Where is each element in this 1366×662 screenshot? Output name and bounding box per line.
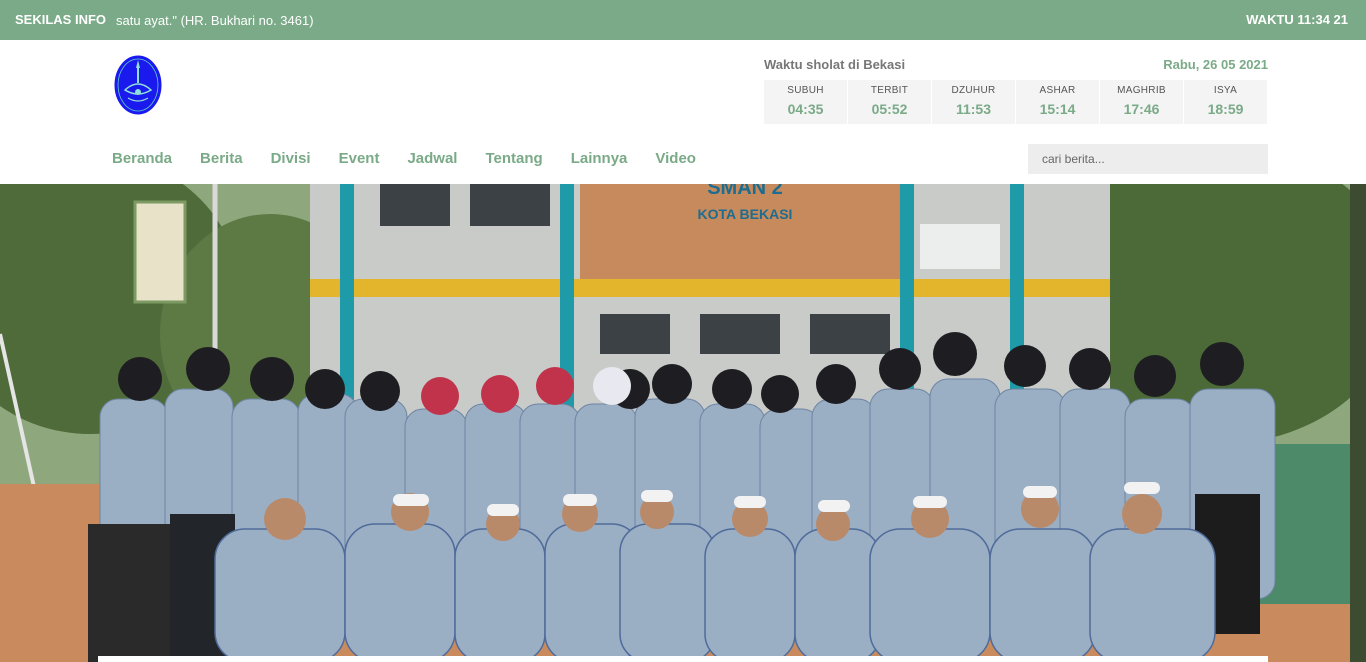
prayer-time: 05:52 [871, 101, 908, 117]
site-header: Waktu sholat di Bekasi Rabu, 26 05 2021 … [0, 40, 1366, 184]
info-label: SEKILAS INFO [15, 12, 107, 27]
nav-item-berita[interactable]: Berita [200, 150, 243, 167]
prayer-times: SUBUH 04:35 TERBIT 05:52 DZUHUR 11:53 AS… [764, 80, 1267, 124]
prayer-name: MAGHRIB [1117, 85, 1166, 96]
nav-item-divisi[interactable]: Divisi [271, 150, 311, 167]
nav-item-video[interactable]: Video [655, 150, 696, 167]
prayer-cell-dzuhur: DZUHUR 11:53 [932, 80, 1015, 124]
group-photo: SMAN 2 KOTA BEKASI [0, 184, 1366, 662]
prayer-name: TERBIT [870, 85, 909, 96]
prayer-time: 17:46 [1123, 101, 1160, 117]
building-sign-city: KOTA BEKASI [698, 206, 793, 222]
prayer-times-title: Waktu sholat di Bekasi [764, 57, 906, 72]
prayer-cell-terbit: TERBIT 05:52 [848, 80, 931, 124]
hero-image[interactable]: SMAN 2 KOTA BEKASI [0, 184, 1366, 662]
news-ticker[interactable]: satu ayat." (HR. Bukhari no. 3461) [116, 13, 314, 28]
site-logo[interactable] [113, 54, 163, 116]
prayer-cell-ashar: ASHAR 15:14 [1016, 80, 1099, 124]
prayer-time: 11:53 [955, 101, 992, 117]
prayer-time: 15:14 [1039, 101, 1076, 117]
prayer-time: 18:59 [1207, 101, 1244, 117]
prayer-name: ISYA [1213, 85, 1238, 96]
nav-item-beranda[interactable]: Beranda [112, 150, 172, 167]
nav-item-tentang[interactable]: Tentang [485, 150, 542, 167]
prayer-cell-maghrib: MAGHRIB 17:46 [1100, 80, 1183, 124]
prayer-name: ASHAR [1039, 85, 1076, 96]
prayer-name: DZUHUR [951, 85, 996, 96]
nav-item-event[interactable]: Event [339, 150, 380, 167]
info-bar: SEKILAS INFO satu ayat." (HR. Bukhari no… [0, 0, 1366, 40]
prayer-date: Rabu, 26 05 2021 [1163, 57, 1268, 72]
main-nav: Beranda Berita Divisi Event Jadwal Tenta… [112, 150, 724, 167]
nav-item-lainnya[interactable]: Lainnya [571, 150, 628, 167]
prayer-time: 04:35 [787, 101, 824, 117]
clock: WAKTU 11:34 21 [1246, 12, 1348, 27]
prayer-cell-subuh: SUBUH 04:35 [764, 80, 847, 124]
prayer-cell-isya: ISYA 18:59 [1184, 80, 1267, 124]
building-sign-name: SMAN 2 [707, 184, 783, 199]
nav-item-jadwal[interactable]: Jadwal [407, 150, 457, 167]
search-input[interactable] [1028, 144, 1268, 174]
prayer-name: SUBUH [787, 85, 824, 96]
